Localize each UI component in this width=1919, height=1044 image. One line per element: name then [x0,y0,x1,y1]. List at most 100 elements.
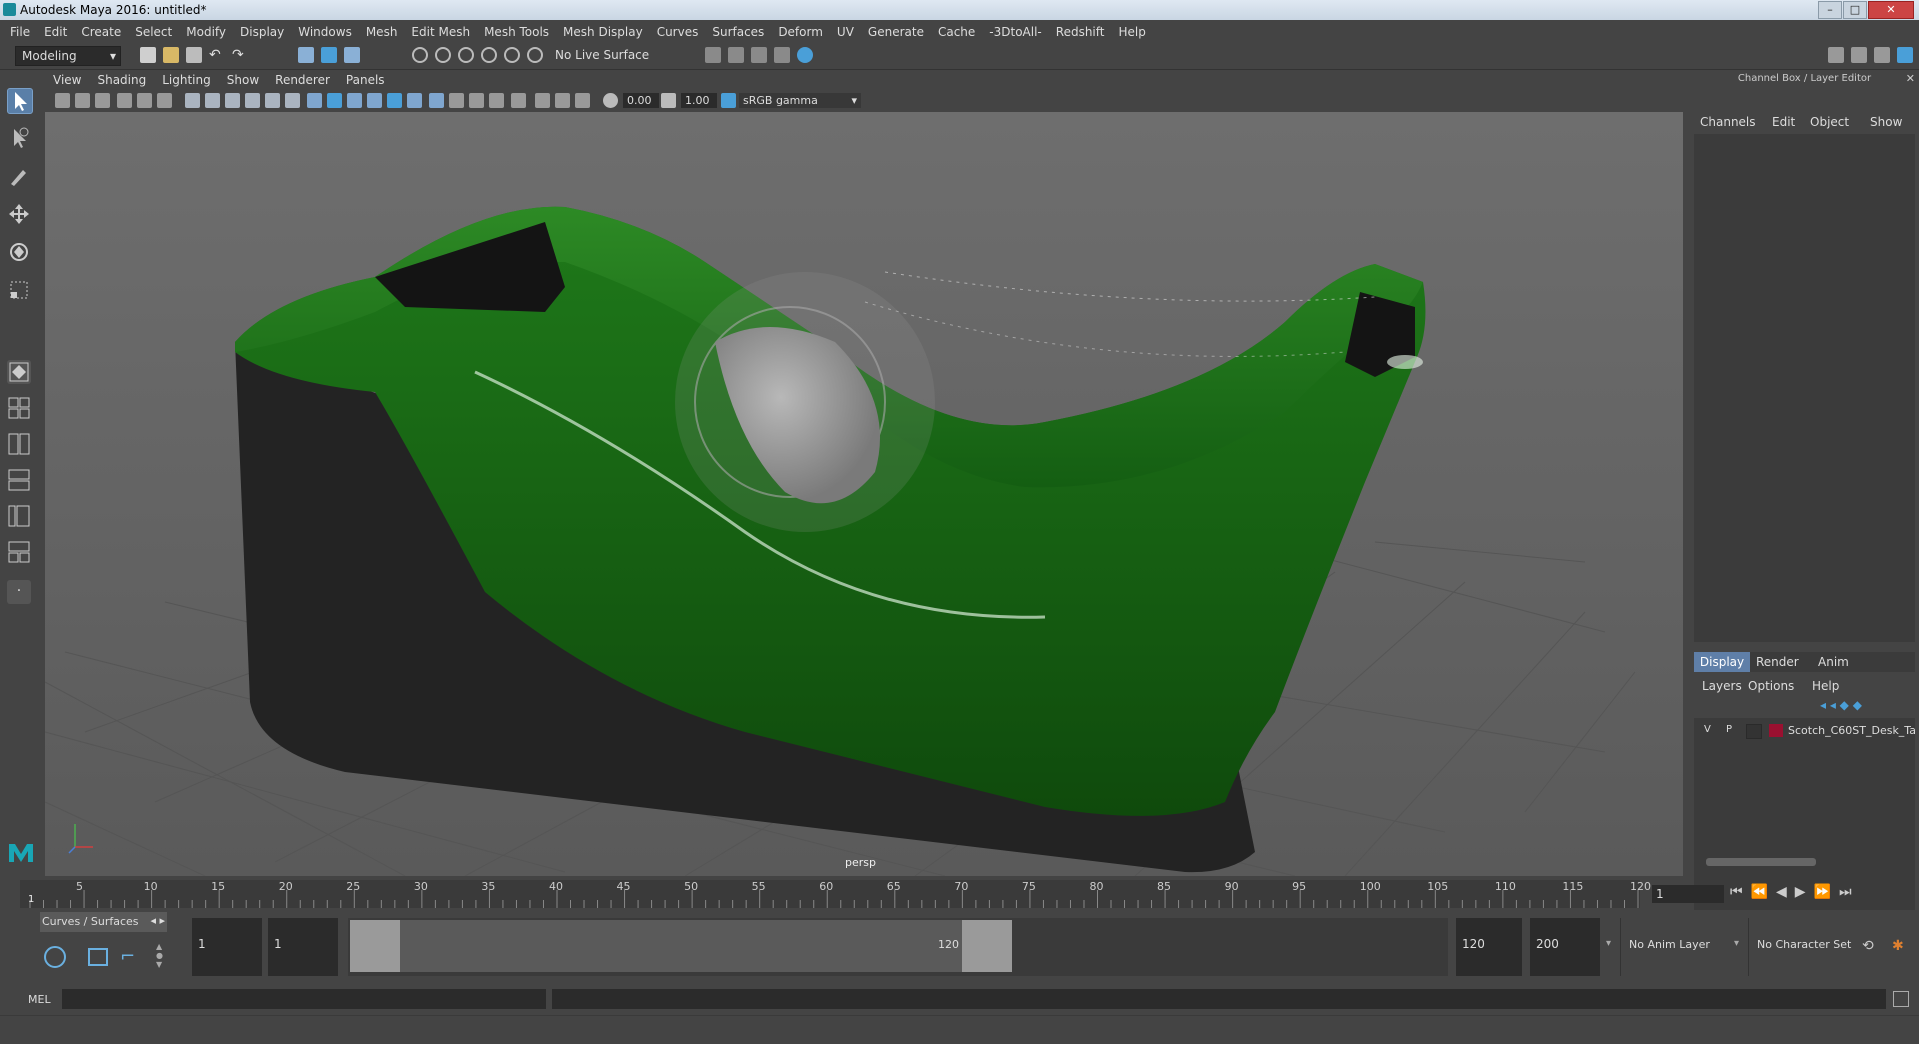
tab-display[interactable]: Display [1694,652,1750,672]
snap-surface-icon[interactable] [504,47,520,63]
grease-pencil-icon[interactable] [157,93,172,108]
command-language-label[interactable]: MEL [28,993,51,1006]
quick-layout-single-icon[interactable] [7,360,31,384]
2d-pan-zoom-icon[interactable] [137,93,152,108]
character-set-select[interactable]: No Character Set [1748,918,1870,976]
safe-action-icon[interactable] [285,93,300,108]
anim-layer-select[interactable]: No Anim Layer [1620,918,1722,976]
render-frame-icon[interactable] [728,47,744,63]
shelf-scroll-icon[interactable]: ▲ ● ▼ [156,942,163,969]
nurbs-square-icon[interactable] [88,948,108,966]
shelf-tab-arrows-icon[interactable]: ◂ ▸ [150,914,165,927]
color-space-select[interactable]: sRGB gamma ▾ [739,93,861,108]
snap-live-icon[interactable] [527,47,543,63]
channel-box-toggle-icon[interactable] [1897,47,1913,63]
mode-selector[interactable]: Modeling ▾ [15,46,121,66]
render-view-icon[interactable] [774,47,790,63]
layer-name[interactable]: Scotch_C60ST_Desk_Tape [1788,724,1915,737]
ipr-render-icon[interactable] [751,47,767,63]
help-menu[interactable]: Help [1812,679,1839,693]
layer-row[interactable]: V P Scotch_C60ST_Desk_Tape [1694,722,1915,740]
field-chart-icon[interactable] [265,93,280,108]
menu-mesh[interactable]: Mesh [359,20,405,39]
isolate-select-icon[interactable] [511,93,526,108]
snap-curve-icon[interactable] [435,47,451,63]
command-input[interactable] [62,989,546,1009]
animation-preferences-icon[interactable]: ✱ [1892,938,1904,954]
wireframe-on-shaded-icon[interactable] [367,93,382,108]
snap-point-icon[interactable] [458,47,474,63]
shelf-tab-curves-surfaces[interactable]: Curves / Surfaces ◂ ▸ [40,912,167,932]
quick-layout-stack-icon[interactable] [7,468,31,492]
select-tool-icon[interactable] [7,88,33,114]
snap-view-plane-icon[interactable] [481,47,497,63]
modeling-toolkit-icon[interactable] [1828,47,1844,63]
tab-render[interactable]: Render [1756,655,1799,669]
ambient-occlusion-icon[interactable] [449,93,464,108]
camera-lock-icon[interactable] [75,93,90,108]
gate-mask-icon[interactable] [245,93,260,108]
layer-color-swatch[interactable] [1769,724,1783,737]
nurbs-circle-icon[interactable] [44,946,66,968]
viewport-menu-show[interactable]: Show [219,70,267,87]
auto-key-icon[interactable]: ⟲ [1862,938,1874,954]
color-management-icon[interactable] [721,93,736,108]
gamma-icon[interactable] [661,93,676,108]
layer-reference-toggle[interactable] [1746,724,1762,739]
options-menu[interactable]: Options [1748,679,1794,693]
menu-mesh-display[interactable]: Mesh Display [556,20,650,39]
layer-scrollbar[interactable] [1696,856,1913,868]
more-layouts-icon[interactable]: · [7,580,31,604]
script-editor-icon[interactable] [1893,991,1909,1007]
playback-end-field[interactable]: 120 [1456,918,1522,976]
exposure-icon[interactable] [603,93,618,108]
scene-end-field[interactable]: 200 [1530,918,1600,976]
select-object-icon[interactable] [321,47,337,63]
paint-select-tool-icon[interactable] [7,164,31,188]
redo-icon[interactable]: ↷ [232,47,248,63]
menu-help[interactable]: Help [1111,20,1152,39]
quick-layout-outliner-icon[interactable] [7,504,31,528]
current-frame-field[interactable]: 1 [1652,885,1724,903]
close-panel-icon[interactable]: ✕ [1906,72,1915,85]
motion-blur-icon[interactable] [469,93,484,108]
layer-visibility-toggle[interactable]: V [1704,724,1711,735]
menu-display[interactable]: Display [233,20,291,39]
range-end-handle[interactable] [962,920,1012,972]
gamma-field[interactable]: 1.00 [681,93,717,108]
live-surface-label[interactable]: No Live Surface [555,48,649,62]
menu-curves[interactable]: Curves [650,20,706,39]
viewport-panel[interactable]: View Shading Lighting Show Renderer Panels 0.… [45,70,1683,876]
camera-select-icon[interactable] [55,93,70,108]
menu-redshift[interactable]: Redshift [1049,20,1112,39]
object-menu[interactable]: Object [1810,115,1849,129]
xray-icon[interactable] [535,93,550,108]
xray-joints-icon[interactable] [555,93,570,108]
rotate-tool-icon[interactable] [7,240,31,264]
menu-select[interactable]: Select [128,20,179,39]
edit-menu[interactable]: Edit [1772,115,1795,129]
menu-generate[interactable]: Generate [861,20,931,39]
xray-components-icon[interactable] [575,93,590,108]
cv-curve-icon[interactable]: ⌐ [120,946,146,970]
viewport-menu-lighting[interactable]: Lighting [154,70,219,87]
layer-action-icons[interactable]: ◂ ◂ ◆ ◆ [1820,698,1862,712]
textured-icon[interactable] [387,93,402,108]
resolution-gate-icon[interactable] [225,93,240,108]
menu-windows[interactable]: Windows [291,20,359,39]
quick-layout-side-icon[interactable] [7,432,31,456]
viewport-menu-renderer[interactable]: Renderer [267,70,338,87]
chevron-down-icon[interactable]: ▾ [1734,938,1739,949]
attribute-editor-icon[interactable] [1851,47,1867,63]
render-settings-icon[interactable] [705,47,721,63]
range-bar[interactable] [400,920,1010,972]
new-scene-icon[interactable] [140,47,156,63]
wireframe-icon[interactable] [307,93,322,108]
tab-anim[interactable]: Anim [1818,655,1849,669]
time-slider[interactable]: 5 10 15 20 25 30 35 40 45 50 55 60 65 70 75 80 85 90 95 100… [20,880,1651,908]
show-menu[interactable]: Show [1870,115,1902,129]
minimize-button[interactable]: – [1818,1,1842,19]
range-start-handle[interactable] [350,920,400,972]
select-hierarchy-icon[interactable] [298,47,314,63]
viewport-menu-view[interactable]: View [45,70,89,87]
